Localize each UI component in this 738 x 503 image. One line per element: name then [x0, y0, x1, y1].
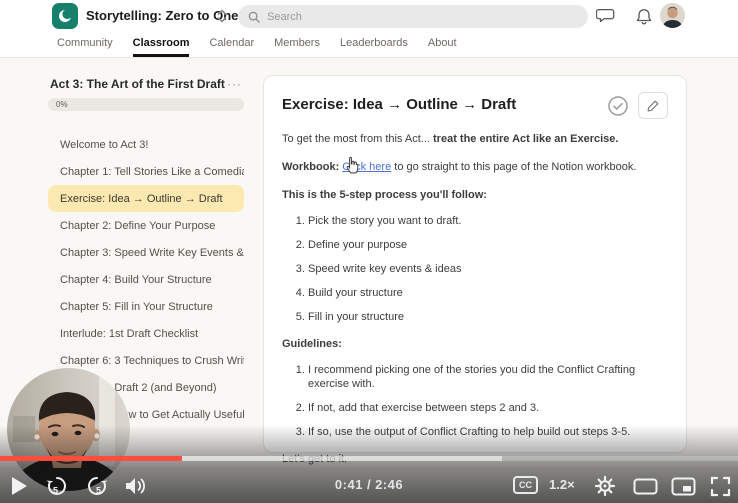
search-input[interactable]	[267, 11, 578, 23]
module-more-icon[interactable]: ···	[227, 80, 242, 88]
main-nav: Community Classroom Calendar Members Lea…	[0, 32, 738, 58]
community-switcher-icon[interactable]	[216, 8, 228, 24]
duration: 2:46	[375, 477, 403, 492]
chat-icon[interactable]	[596, 6, 616, 26]
time-display: 0:41 / 2:46	[333, 477, 405, 492]
guidelines-list: I recommend picking one of the stories y…	[282, 363, 668, 439]
guideline-item: I recommend picking one of the stories y…	[308, 363, 668, 391]
lesson-item[interactable]: Interlude: 1st Draft Checklist	[48, 320, 244, 347]
process-step: Build your structure	[308, 286, 668, 300]
lesson-item[interactable]: Chapter 5: Fill in Your Structure	[48, 293, 244, 320]
seek-bar-played	[0, 456, 182, 461]
lesson-item[interactable]: Chapter 4: Build Your Structure	[48, 266, 244, 293]
search-bar[interactable]	[238, 5, 588, 28]
pencil-icon	[646, 99, 660, 113]
workbook-suffix: to go straight to this page of the Notio…	[391, 161, 636, 173]
tab-classroom[interactable]: Classroom	[133, 32, 190, 57]
process-step: Fill in your structure	[308, 310, 668, 324]
lesson-actions	[607, 92, 668, 119]
process-steps-list: Pick the story you want to draft. Define…	[282, 214, 668, 324]
process-heading: This is the 5-step process you'll follow…	[282, 188, 668, 203]
mark-complete-icon[interactable]	[607, 95, 629, 117]
lesson-item[interactable]: Welcome to Act 3!	[48, 131, 244, 158]
seek-bar[interactable]	[0, 456, 738, 461]
edit-lesson-button[interactable]	[638, 92, 668, 119]
module-header: Act 3: The Art of the First Draft ···	[48, 77, 244, 91]
process-step: Define your purpose	[308, 238, 668, 252]
settings-gear-icon[interactable]	[594, 475, 616, 497]
avatar-photo	[660, 3, 685, 28]
fullscreen-button[interactable]	[710, 476, 731, 497]
notifications-bell-icon[interactable]	[634, 7, 654, 27]
svg-text:5: 5	[53, 486, 58, 496]
time-separator: /	[367, 477, 371, 492]
volume-button[interactable]	[124, 476, 148, 496]
miniplayer-button[interactable]	[671, 477, 696, 496]
captions-button[interactable]: CC	[513, 476, 538, 494]
lesson-card-header: Exercise: Idea → Outline → Draft	[282, 92, 668, 119]
playback-speed-button[interactable]: 1.2×	[549, 477, 575, 492]
play-button[interactable]	[9, 475, 29, 497]
lesson-item[interactable]: Chapter 2: Define Your Purpose	[48, 212, 244, 239]
forward-5-button[interactable]: 5	[85, 474, 109, 498]
community-logo-icon[interactable]	[52, 3, 78, 29]
crescent-moon-icon	[56, 7, 74, 25]
guideline-item: If not, add that exercise between steps …	[308, 401, 668, 415]
theater-mode-button[interactable]	[633, 478, 658, 495]
player-controls: 5 5 0:41 / 2:46 CC 1.2×	[0, 470, 738, 503]
lesson-title: Exercise: Idea → Outline → Draft	[282, 92, 516, 113]
tab-community[interactable]: Community	[57, 32, 113, 57]
lesson-card: Exercise: Idea → Outline → Draft	[263, 75, 687, 453]
guidelines-heading: Guidelines:	[282, 337, 668, 352]
rewind-5-button[interactable]: 5	[45, 474, 69, 498]
tab-about[interactable]: About	[428, 32, 457, 57]
progress-label: 0%	[56, 98, 68, 111]
search-icon	[248, 11, 260, 23]
module-title: Act 3: The Art of the First Draft	[50, 77, 225, 91]
workbook-label: Workbook:	[282, 161, 342, 173]
intro-bold-text: treat the entire Act like an Exercise.	[433, 133, 618, 145]
intro-paragraph: To get the most from this Act... treat t…	[282, 132, 668, 147]
user-avatar[interactable]	[660, 3, 685, 28]
video-frame: Storytelling: Zero to One	[0, 0, 738, 503]
lesson-item[interactable]: Chapter 1: Tell Stories Like a Comedian	[48, 158, 244, 185]
tab-members[interactable]: Members	[274, 32, 320, 57]
tab-leaderboards[interactable]: Leaderboards	[340, 32, 408, 57]
workbook-paragraph: Workbook: Click here to go straight to t…	[282, 160, 668, 175]
svg-text:5: 5	[96, 486, 101, 496]
lesson-item-active[interactable]: Exercise: Idea → Outline → Draft	[48, 185, 244, 212]
guideline-item: If so, use the output of Conflict Crafti…	[308, 425, 668, 439]
module-progress-bar: 0%	[48, 98, 244, 111]
lesson-item[interactable]: Chapter 3: Speed Write Key Events & Idea…	[48, 239, 244, 266]
process-step: Pick the story you want to draft.	[308, 214, 668, 228]
tab-calendar[interactable]: Calendar	[209, 32, 254, 57]
intro-text: To get the most from this Act...	[282, 133, 433, 145]
workbook-link[interactable]: Click here	[342, 161, 391, 173]
app-header: Storytelling: Zero to One	[0, 0, 738, 32]
process-step: Speed write key events & ideas	[308, 262, 668, 276]
current-time: 0:41	[335, 477, 363, 492]
